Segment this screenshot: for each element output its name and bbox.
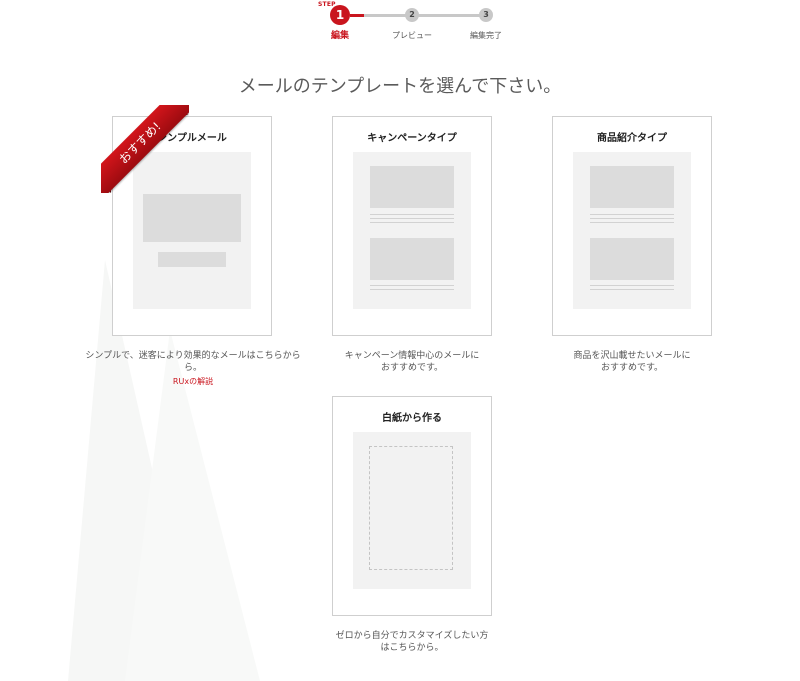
thumb-block xyxy=(590,166,674,208)
template-title: キャンペーンタイプ xyxy=(367,133,457,144)
thumb-block xyxy=(143,194,241,242)
description-line: おすすめです。 xyxy=(380,363,444,373)
thumb-line xyxy=(590,289,674,290)
progress-stepper: STEP 1 2 3 編集 プレビュー 編集完了 xyxy=(0,0,800,45)
thumb-line xyxy=(590,214,674,215)
template-card-product[interactable]: 商品紹介タイプ xyxy=(552,116,712,336)
template-thumbnail xyxy=(573,152,691,309)
description-line: はこちらから。 xyxy=(380,643,444,653)
description-line: 商品を沢山載せたいメールに xyxy=(573,351,691,361)
recommended-ribbon: おすすめ! xyxy=(101,105,189,193)
step-2-label: プレビュー xyxy=(392,31,432,40)
step-connector-2 xyxy=(412,14,486,17)
thumb-line xyxy=(590,218,674,219)
template-title: 商品紹介タイプ xyxy=(597,133,667,144)
template-thumbnail xyxy=(353,432,471,589)
template-description: ゼロから自分でカスタマイズしたい方 はこちらから。 xyxy=(312,630,512,654)
thumb-line xyxy=(370,222,454,223)
thumb-line xyxy=(370,285,454,286)
explanation-link[interactable]: RUxの解説 xyxy=(82,376,304,387)
template-card-blank[interactable]: 白紙から作る xyxy=(332,396,492,616)
thumb-line xyxy=(590,222,674,223)
step-connector-active xyxy=(350,14,364,17)
recommended-badge: おすすめ! xyxy=(101,105,189,193)
step-3-label: 編集完了 xyxy=(470,31,502,40)
thumb-line xyxy=(370,218,454,219)
template-card-campaign[interactable]: キャンペーンタイプ xyxy=(332,116,492,336)
thumb-button xyxy=(158,252,226,267)
step-2-circle: 2 xyxy=(405,8,419,22)
thumb-line xyxy=(370,214,454,215)
template-title: 白紙から作る xyxy=(382,413,442,424)
description-line: シンプルで、迷客により効果的なメールはこちらから xyxy=(85,351,301,361)
thumb-block xyxy=(370,166,454,208)
description-line: キャンペーン情報中心のメールに xyxy=(344,351,480,361)
thumb-line xyxy=(370,289,454,290)
template-description: キャンペーン情報中心のメールに おすすめです。 xyxy=(312,350,512,374)
step-3-circle: 3 xyxy=(479,8,493,22)
thumb-block xyxy=(370,238,454,280)
page-title: メールのテンプレートを選んで下さい。 xyxy=(238,76,562,97)
step-1-circle: 1 xyxy=(330,5,350,25)
thumb-line xyxy=(590,285,674,286)
template-description: シンプルで、迷客により効果的なメールはこちらから ら。 xyxy=(82,350,304,374)
description-line: ら。 xyxy=(183,363,202,373)
template-thumbnail xyxy=(353,152,471,309)
blank-area-outline xyxy=(369,446,453,570)
step-1-label: 編集 xyxy=(331,31,350,41)
description-line: ゼロから自分でカスタマイズしたい方 xyxy=(335,631,489,641)
thumb-block xyxy=(590,238,674,280)
template-description: 商品を沢山載せたいメールに おすすめです。 xyxy=(532,350,732,374)
description-line: おすすめです。 xyxy=(600,363,664,373)
